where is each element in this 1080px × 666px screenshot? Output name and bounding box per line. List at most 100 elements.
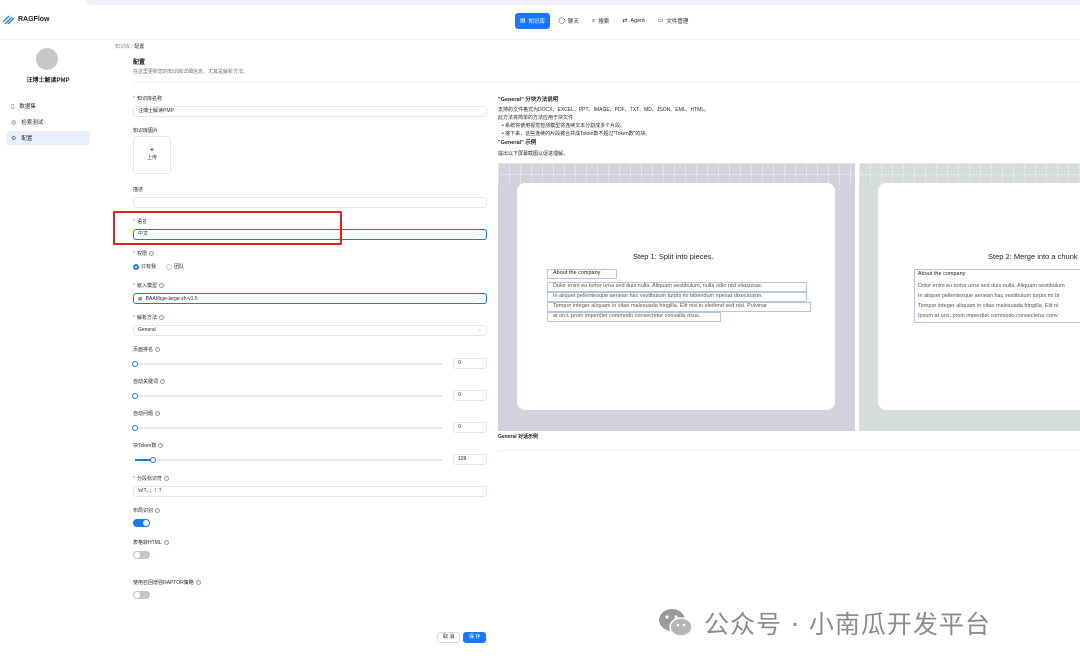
breadcrumb: 知识库 / 配置 xyxy=(115,43,144,50)
raptor-label: 使用召回增强RAPTOR策略? xyxy=(133,580,201,586)
help-icon: ? xyxy=(148,251,154,257)
sidebar-menu: ▯ 数据集 ◎ 检索测试 ⚙ 配置 xyxy=(6,99,90,147)
upload-button[interactable]: + 上传 xyxy=(133,136,171,174)
example-line: 提出以下屏幕截图以促进理解。 xyxy=(498,151,569,157)
breadcrumb-separator: / xyxy=(131,44,133,50)
sidebar-item-label: 检索测试 xyxy=(21,120,44,126)
sidebar-item-label: 数据集 xyxy=(19,104,36,110)
toggle-knob xyxy=(143,520,149,526)
nav-file-manager[interactable]: ▭ 文件管理 xyxy=(653,13,694,29)
chunk-token-label: 块Token数? xyxy=(133,443,164,449)
sidebar-item-label: 配置 xyxy=(21,136,33,142)
help-icon: ? xyxy=(155,508,161,514)
top-bar: RAGFlow ▤ 知识库 ◯ 聊天 ⌕ 搜索 ⇄ Agent ▭ 文件管理 xyxy=(0,0,1080,40)
agent-icon: ⇄ xyxy=(622,18,628,24)
kb-name-label: * 知识库名称 xyxy=(133,96,162,102)
radio-label: 团队 xyxy=(174,264,185,270)
kb-name-input[interactable]: 汪博士解读PMP xyxy=(133,106,487,117)
folder-icon: ▭ xyxy=(657,18,664,24)
watermark: 公众号 · 小南瓜开发平台 xyxy=(656,603,991,643)
search-icon: ⌕ xyxy=(591,18,596,24)
parser-label: * 解析方法? xyxy=(133,315,164,321)
main-nav: ▤ 知识库 ◯ 聊天 ⌕ 搜索 ⇄ Agent ▭ 文件管理 xyxy=(515,13,693,29)
chevron-down-icon: ⌄ xyxy=(477,231,482,237)
panel-grid xyxy=(498,163,855,185)
step2-title: Step 2: Merge into a chunk xyxy=(988,252,1078,261)
kb-name: 汪博士解读PMP xyxy=(26,78,70,84)
chunk-token-slider[interactable] xyxy=(135,457,443,463)
save-button[interactable]: 保 存 xyxy=(463,632,487,643)
chunk-line: Tempor integer aliquam in vitae malesuad… xyxy=(553,303,767,309)
toggle-knob xyxy=(134,592,140,598)
panel-grid xyxy=(859,163,1080,185)
nav-label: 文件管理 xyxy=(666,19,689,25)
description-input[interactable] xyxy=(133,197,487,208)
file-icon: ▯ xyxy=(11,103,15,110)
ragflow-logo-icon xyxy=(3,15,14,24)
page-rank-slider[interactable] xyxy=(132,361,443,367)
auto-keywords-slider[interactable] xyxy=(132,393,443,399)
nav-chat[interactable]: ◯ 聊天 xyxy=(553,13,584,29)
embedding-model-select[interactable]: ▦ BAAI/bge-large-zh-v1.5 ⌄ xyxy=(133,293,487,304)
sidebar-item-configuration[interactable]: ⚙ 配置 xyxy=(6,131,90,145)
language-label: * 语言 xyxy=(133,219,147,225)
html4excel-toggle[interactable] xyxy=(133,551,150,559)
app-name: RAGFlow xyxy=(18,15,50,23)
permission-team-radio[interactable]: 团队 xyxy=(166,263,184,270)
nav-agent[interactable]: ⇄ Agent xyxy=(617,13,649,29)
permission-only-me-radio[interactable]: 只有我 xyxy=(133,263,156,270)
auto-keywords-input[interactable]: 0 xyxy=(453,390,487,401)
chunk-line: In aliquet pellentesque aenean hac vesti… xyxy=(553,293,763,299)
sidebar-item-retrieval-test[interactable]: ◎ 检索测试 xyxy=(6,115,90,129)
wechat-icon xyxy=(659,609,693,637)
page-description: 在这里更新您的知识库详细信息，尤其是解析方法。 xyxy=(133,69,249,75)
chunk-title: About the company xyxy=(553,270,601,276)
title-divider xyxy=(133,82,1080,83)
sidebar: 汪博士解读PMP ▯ 数据集 ◎ 检索测试 ⚙ 配置 xyxy=(0,40,96,666)
help-icon: ? xyxy=(160,379,166,385)
help-icon: ? xyxy=(163,476,169,482)
divider xyxy=(498,450,1080,451)
help-icon: ? xyxy=(158,283,164,289)
brand[interactable]: RAGFlow xyxy=(3,14,50,24)
parser-select[interactable]: General ⌄ xyxy=(133,325,487,336)
step1-card: Step 1: Split into pieces. About the com… xyxy=(517,183,835,410)
slider-handle[interactable] xyxy=(150,457,157,463)
chunk-line: Tempor integer aliquam in vitae malesuad… xyxy=(918,303,1059,309)
gear-icon: ⚙ xyxy=(11,135,17,142)
nav-label: 搜索 xyxy=(598,19,610,25)
slider-handle[interactable] xyxy=(132,393,138,399)
delimiter-input[interactable]: \n!?。；！？ xyxy=(133,486,487,497)
auto-questions-input[interactable]: 0 xyxy=(453,422,487,433)
radio-dot-checked xyxy=(133,263,139,270)
nav-search[interactable]: ⌕ 搜索 xyxy=(587,13,614,29)
embedding-label: * 嵌入模型? xyxy=(133,283,164,289)
language-select[interactable]: 中文 ⌄ xyxy=(133,229,487,240)
toggle-knob xyxy=(134,552,140,558)
kb-image-label: 知识库图片 xyxy=(133,128,159,134)
model-icon: ▦ xyxy=(138,296,143,301)
auto-questions-slider[interactable] xyxy=(132,425,443,431)
layout-toggle[interactable] xyxy=(133,519,150,527)
page-rank-input[interactable]: 0 xyxy=(453,358,487,369)
raptor-toggle[interactable] xyxy=(133,591,150,599)
retrieval-icon: ◎ xyxy=(11,119,17,126)
layout-label: 布局识别? xyxy=(133,508,161,514)
auto-questions-label: 自动问题? xyxy=(133,411,161,417)
slider-handle[interactable] xyxy=(132,425,138,431)
chunk-line: Ipsum at orci, proin imperdiet commodo c… xyxy=(918,313,1058,319)
database-icon: ▤ xyxy=(520,18,526,24)
page-rank-label: 页面排名? xyxy=(133,347,161,353)
auto-keywords-label: 自动关键词? xyxy=(133,379,166,385)
cancel-button[interactable]: 取 消 xyxy=(437,632,461,643)
chunk-line: In aliquet pellentesque aenean hac vesti… xyxy=(918,293,1060,299)
parser-value: General xyxy=(138,327,156,333)
language-value: 中文 xyxy=(138,231,149,237)
kb-avatar xyxy=(36,48,58,70)
nav-knowledge-base[interactable]: ▤ 知识库 xyxy=(515,13,551,29)
sidebar-item-dataset[interactable]: ▯ 数据集 xyxy=(6,99,90,113)
chunk-token-input[interactable]: 128 xyxy=(453,454,487,465)
help-bullet: • 系统将使用视觉检测模型将连续文本分割成多个片段。 xyxy=(502,123,626,129)
slider-handle[interactable] xyxy=(132,361,138,367)
breadcrumb-root[interactable]: 知识库 xyxy=(115,44,130,50)
